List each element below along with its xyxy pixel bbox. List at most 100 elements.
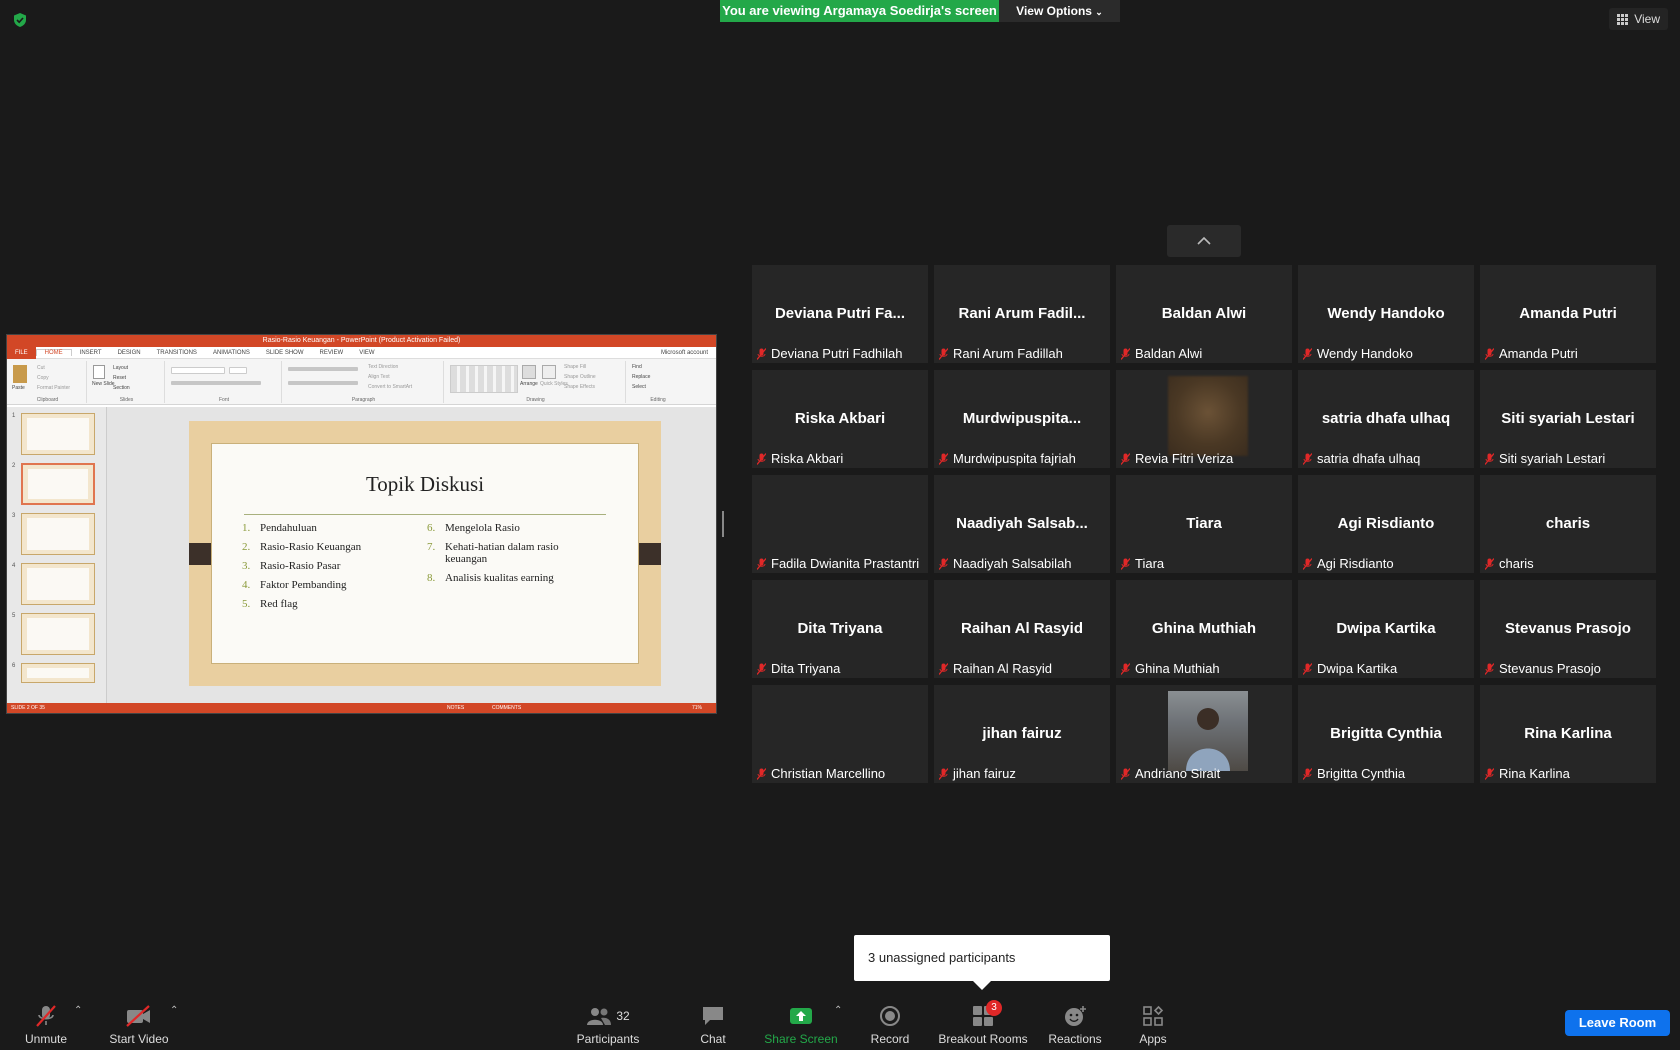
apps-button[interactable]: Apps (1137, 1000, 1169, 1046)
gallery-page-up-button[interactable] (1167, 225, 1241, 257)
reactions-button[interactable]: Reactions (1047, 1000, 1103, 1046)
paste-button-label[interactable]: Paste (12, 385, 25, 391)
tab-animations[interactable]: ANIMATIONS (205, 350, 258, 356)
layout-button[interactable]: Layout (113, 365, 128, 371)
tab-insert[interactable]: INSERT (72, 350, 110, 356)
participant-display-name: Wendy Handoko (1327, 305, 1445, 322)
slide-thumbnail[interactable] (21, 413, 95, 455)
apps-label: Apps (1139, 1032, 1167, 1046)
font-size-field[interactable] (229, 367, 247, 374)
share-screen-icon (790, 1008, 812, 1024)
find-button[interactable]: Find (632, 364, 642, 370)
breakout-rooms-button[interactable]: 3 Breakout Rooms (937, 1000, 1029, 1046)
participant-tile[interactable]: Dita Triyana Dita Triyana (752, 580, 928, 678)
zoom-level[interactable]: 71% (692, 703, 702, 713)
align-text-button[interactable]: Align Text (368, 374, 390, 380)
paste-icon[interactable] (13, 365, 27, 383)
new-slide-label[interactable]: New Slide (92, 381, 115, 387)
account-label[interactable]: Microsoft account (653, 350, 716, 356)
tab-file[interactable]: FILE (7, 346, 36, 359)
record-button[interactable]: Record (870, 1000, 910, 1046)
slide-edit-area[interactable]: Topik Diskusi 1. Pendahuluan 2. Rasio-Rasi… (119, 407, 708, 703)
participant-tile[interactable]: Brigitta Cynthia Brigitta Cynthia (1298, 685, 1474, 783)
arrange-icon[interactable] (522, 365, 536, 379)
view-layout-button[interactable]: View (1609, 8, 1668, 30)
participant-tile[interactable]: Murdwipuspita... Murdwipuspita fajriah (934, 370, 1110, 468)
shape-effects-button[interactable]: Shape Effects (564, 384, 595, 390)
chat-button[interactable]: Chat (695, 1000, 731, 1046)
tab-home[interactable]: HOME (35, 349, 72, 356)
video-options-caret[interactable]: ⌃ (170, 1005, 178, 1016)
participant-tile[interactable]: Deviana Putri Fa... Deviana Putri Fadhila… (752, 265, 928, 363)
shape-fill-button[interactable]: Shape Fill (564, 364, 586, 370)
participant-display-name: Baldan Alwi (1161, 305, 1247, 322)
slide-thumbnail[interactable] (21, 513, 95, 555)
powerpoint-body: 1 2 3 4 5 6 Topik Diskusi 1. Pendahuluan… (7, 407, 716, 703)
tab-review[interactable]: REVIEW (312, 350, 352, 356)
audio-options-caret[interactable]: ⌃ (74, 1005, 82, 1016)
slide-thumbnail-selected[interactable] (21, 463, 95, 505)
new-slide-icon[interactable] (93, 365, 105, 379)
arrange-label[interactable]: Arrange (520, 381, 538, 387)
participant-tile[interactable]: Ghina Muthiah Ghina Muthiah (1116, 580, 1292, 678)
participant-tile[interactable]: satria dhafa ulhaq satria dhafa ulhaq (1298, 370, 1474, 468)
section-button[interactable]: Section (113, 385, 130, 391)
tab-transitions[interactable]: TRANSITIONS (149, 350, 205, 356)
participant-tile[interactable]: Baldan Alwi Baldan Alwi (1116, 265, 1292, 363)
slide-count-status: SLIDE 2 OF 35 (11, 705, 45, 711)
participant-tile[interactable]: Revia Fitri Veriza (1116, 370, 1292, 468)
participants-button[interactable]: 32 Participants (576, 1000, 640, 1046)
participant-tile[interactable]: Amanda Putri Amanda Putri (1480, 265, 1656, 363)
font-format-buttons[interactable] (171, 381, 261, 385)
text-direction-button[interactable]: Text Direction (368, 364, 398, 370)
share-options-caret[interactable]: ⌃ (834, 1005, 842, 1016)
view-options-button[interactable]: View Options ⌄ (999, 0, 1120, 22)
unmute-button[interactable]: Unmute (18, 1000, 74, 1046)
start-video-button[interactable]: Start Video (104, 1000, 174, 1046)
participant-tile[interactable]: charis charis (1480, 475, 1656, 573)
select-button[interactable]: Select (632, 384, 646, 390)
participant-tile[interactable]: jihan fairuz jihan fairuz (934, 685, 1110, 783)
participant-tile[interactable]: Rani Arum Fadil... Rani Arum Fadillah (934, 265, 1110, 363)
comments-button[interactable]: COMMENTS (492, 703, 521, 713)
participant-tile[interactable]: Raihan Al Rasyid Raihan Al Rasyid (934, 580, 1110, 678)
shape-outline-button[interactable]: Shape Outline (564, 374, 596, 380)
participant-tile[interactable]: Tiara Tiara (1116, 475, 1292, 573)
participant-tile[interactable]: Christian Marcellino (752, 685, 928, 783)
format-painter-button[interactable]: Format Painter (37, 385, 70, 391)
participant-tile[interactable]: Dwipa Kartika Dwipa Kartika (1298, 580, 1474, 678)
slide-thumbnail[interactable] (21, 613, 95, 655)
leave-room-button[interactable]: Leave Room (1565, 1010, 1670, 1036)
tab-design[interactable]: DESIGN (110, 350, 149, 356)
shapes-gallery[interactable] (450, 365, 518, 393)
slide-thumbnails-pane[interactable]: 1 2 3 4 5 6 (7, 407, 107, 703)
copy-button[interactable]: Copy (37, 375, 49, 381)
notes-button[interactable]: NOTES (447, 703, 464, 713)
share-screen-button[interactable]: Share Screen (764, 1000, 838, 1046)
participant-tile[interactable]: Wendy Handoko Wendy Handoko (1298, 265, 1474, 363)
quick-styles-icon[interactable] (542, 365, 556, 379)
participant-tile[interactable]: Fadila Dwianita Prastantri (752, 475, 928, 573)
align-buttons[interactable] (288, 381, 358, 385)
slide-thumbnail[interactable] (21, 563, 95, 605)
cut-button[interactable]: Cut (37, 365, 45, 371)
list-buttons[interactable] (288, 367, 358, 371)
participant-tile[interactable]: Siti syariah Lestari Siti syariah Lestari (1480, 370, 1656, 468)
participant-tile[interactable]: Rina Karlina Rina Karlina (1480, 685, 1656, 783)
font-name-field[interactable] (171, 367, 225, 374)
security-shield-icon[interactable] (12, 12, 28, 28)
current-slide[interactable]: Topik Diskusi 1. Pendahuluan 2. Rasio-Rasi… (189, 421, 661, 686)
replace-button[interactable]: Replace (632, 374, 650, 380)
tab-view[interactable]: VIEW (351, 350, 382, 356)
participant-tile[interactable]: Naadiyah Salsab... Naadiyah Salsabilah (934, 475, 1110, 573)
convert-smartart-button[interactable]: Convert to SmartArt (368, 384, 412, 390)
participant-tile[interactable]: Stevanus Prasojo Stevanus Prasojo (1480, 580, 1656, 678)
participant-tile[interactable]: Agi Risdianto Agi Risdianto (1298, 475, 1474, 573)
participant-tile[interactable]: Riska Akbari Riska Akbari (752, 370, 928, 468)
slide-thumbnail[interactable] (21, 663, 95, 683)
split-view-handle[interactable] (722, 511, 724, 537)
tab-slide-show[interactable]: SLIDE SHOW (258, 350, 312, 356)
reset-button[interactable]: Reset (113, 375, 126, 381)
participant-tile[interactable]: Andriano Sirait (1116, 685, 1292, 783)
shared-screen[interactable]: Rasio-Rasio Keuangan - PowerPoint (Produ… (6, 334, 717, 714)
